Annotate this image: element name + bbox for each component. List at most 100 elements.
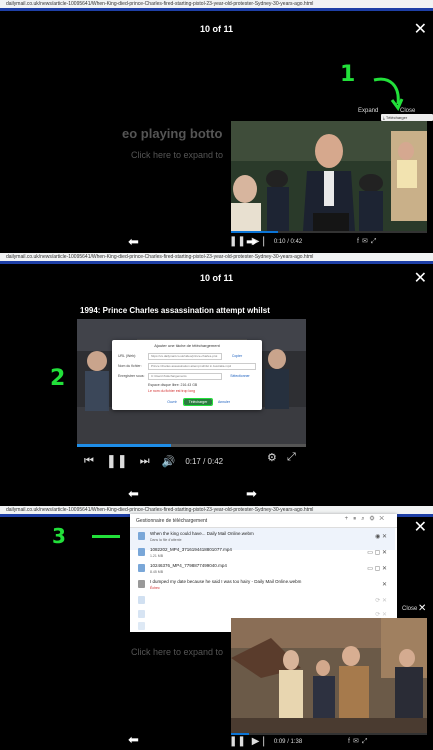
item-actions[interactable]: ⟳ ✕ — [375, 611, 387, 618]
download-status: Dans la file d'attente — [150, 538, 182, 542]
fullscreen-icon[interactable]: ⤢ — [287, 451, 296, 464]
close-label[interactable]: Close — [402, 606, 417, 612]
video-progress-track[interactable] — [231, 231, 427, 233]
floating-video-player[interactable] — [231, 121, 427, 231]
annotation-number: 2 — [50, 366, 66, 391]
floating-video-player[interactable] — [231, 618, 427, 733]
item-actions[interactable]: ▭ ▢ ✕ — [367, 565, 387, 572]
video-frame-royal-visit — [231, 618, 427, 733]
video-time: 0:09 / 1:38 — [273, 738, 303, 745]
next-arrow-icon[interactable]: ➡ — [246, 234, 257, 250]
download-filename: I dumped my date because he said I was t… — [150, 579, 302, 584]
twitter-icon[interactable]: ✉ — [353, 738, 362, 745]
video-title: 1994: Prince Charles assassination attem… — [80, 306, 270, 315]
copy-button[interactable]: Copier — [224, 353, 250, 359]
download-chip[interactable]: ⤓ Télécharger — [381, 114, 433, 121]
add-icon[interactable]: + — [345, 516, 354, 522]
screenshot-panel-3: dailymail.co.uk/news/article-10095641/Wh… — [0, 506, 433, 750]
fullscreen-icon[interactable]: ⤢ — [371, 238, 380, 245]
video-progress-track[interactable] — [77, 444, 306, 447]
gear-icon[interactable]: ⚙ — [370, 516, 380, 522]
download-chip-label: Télécharger — [385, 115, 408, 120]
pause-icon[interactable]: ❚❚ — [106, 453, 128, 469]
download-status: Échec — [150, 586, 160, 590]
file-icon — [138, 610, 145, 618]
video-controls: ❚❚ ▶❘ 0:10 / 0:42 — [229, 236, 302, 247]
annotation-number: 3 — [52, 524, 66, 548]
volume-icon[interactable]: 🔊 — [162, 455, 176, 468]
gallery-counter: 10 of 11 — [199, 273, 234, 283]
video-frame-charles-at-microphone — [231, 121, 427, 231]
download-size: 1.21 MB — [150, 554, 164, 558]
item-actions[interactable]: ◉ ✕ — [375, 533, 387, 540]
open-button[interactable]: Ouvrir — [162, 399, 182, 405]
download-button[interactable]: Télécharger — [183, 398, 213, 406]
download-filename: 1082202_MP4_3716194418801077.mp4 — [150, 547, 232, 552]
browser-url-bar[interactable]: dailymail.co.uk/news/article-10095641/Wh… — [0, 253, 433, 261]
ghost-video-subtext: Click here to expand to — [131, 150, 224, 160]
url-field[interactable]: https://vs.dailymail.co.uk/video/prince-… — [148, 353, 222, 360]
filename-warning: Le nom du fichier est trop long — [148, 389, 196, 393]
free-space-value: 216.43 GB — [180, 383, 198, 387]
pause-icon[interactable]: ❚❚ — [229, 736, 246, 747]
free-space-info: Espace disque libre: 216.43 GB — [148, 383, 197, 387]
share-icons[interactable]: f✉⤢ — [357, 237, 379, 246]
url-text[interactable]: dailymail.co.uk/news/article-10095641/Wh… — [0, 507, 313, 513]
prev-arrow-icon[interactable]: ⬅ — [128, 732, 139, 748]
browser-url-bar[interactable]: dailymail.co.uk/news/article-10095641/Wh… — [0, 0, 433, 8]
next-arrow-icon[interactable]: ➡ — [246, 486, 257, 502]
video-controls: ❚❚ ▶❘ 0:09 / 1:38 — [229, 736, 302, 747]
expand-label[interactable]: Expand — [358, 108, 378, 114]
video-controls: ⏮ ❚❚ ⏭ 🔊 0:17 / 0:42 — [84, 453, 223, 469]
file-icon — [138, 580, 145, 588]
progress-strip — [0, 261, 433, 264]
video-progress-track[interactable] — [231, 733, 427, 735]
filename-field[interactable]: Prince Charles assassination attempt whi… — [148, 363, 256, 370]
fullscreen-icon[interactable]: ⤢ — [362, 738, 371, 745]
close-icon[interactable]: ✕ — [418, 603, 426, 614]
gallery-close-icon[interactable]: ✕ — [414, 22, 427, 38]
previous-icon[interactable]: ⏮ — [84, 455, 94, 468]
gallery-counter: 10 of 11 — [199, 24, 234, 34]
gallery-close-icon[interactable]: ✕ — [414, 520, 427, 536]
settings-icon[interactable]: ⚙ — [267, 451, 277, 464]
save-as-field[interactable]: C:\Users\Téléchargements — [148, 373, 222, 380]
share-icons[interactable]: f✉⤢ — [348, 737, 370, 746]
save-as-label: Enregistrer sous: — [118, 374, 145, 378]
file-icon — [138, 548, 145, 556]
annotation-number: 1 — [340, 62, 356, 87]
browser-url-bar[interactable]: dailymail.co.uk/news/article-10095641/Wh… — [0, 506, 433, 514]
select-folder-button[interactable]: Sélectionner — [224, 373, 256, 379]
item-actions[interactable]: ⟳ ✕ — [375, 597, 387, 604]
search-icon[interactable]: ⌕ — [361, 516, 369, 522]
screenshot-panel-2: dailymail.co.uk/news/article-10095641/Wh… — [0, 253, 433, 506]
item-actions[interactable]: ▭ ▢ ✕ — [367, 549, 387, 556]
file-icon — [138, 532, 145, 540]
file-icon — [138, 596, 145, 604]
pause-icon[interactable]: ❚❚ — [229, 236, 246, 247]
prev-arrow-icon[interactable]: ⬅ — [128, 234, 139, 250]
url-text[interactable]: dailymail.co.uk/news/article-10095641/Wh… — [0, 254, 313, 260]
twitter-icon[interactable]: ✉ — [362, 238, 371, 245]
download-size: 8.45 MB — [150, 570, 164, 574]
file-icon — [138, 622, 145, 630]
download-manager-title: Gestionnaire de téléchargement — [136, 518, 208, 524]
next-icon[interactable]: ▶❘ — [252, 736, 268, 747]
download-filename: 10246376_MP4_7798877499040.mp4 — [150, 563, 227, 568]
cancel-button[interactable]: Annuler — [214, 399, 234, 405]
item-actions[interactable]: ✕ — [382, 581, 387, 588]
filename-label: Nom du fichier: — [118, 364, 142, 368]
download-manager-panel: Gestionnaire de téléchargement +⏸⌕⚙✕ Whe… — [130, 514, 397, 632]
next-icon[interactable]: ⏭ — [140, 455, 150, 468]
gallery-close-icon[interactable]: ✕ — [414, 271, 427, 287]
video-progress-fill — [231, 231, 279, 233]
download-filename: When the king could have... Daily Mail O… — [150, 531, 254, 536]
video-time: 0:17 / 0:42 — [185, 456, 224, 466]
free-space-label: Espace disque libre: — [148, 383, 180, 387]
prev-arrow-icon[interactable]: ⬅ — [128, 486, 139, 502]
url-text[interactable]: dailymail.co.uk/news/article-10095641/Wh… — [0, 1, 313, 7]
close-icon[interactable]: ✕ — [379, 516, 389, 522]
pause-all-icon[interactable]: ⏸ — [353, 516, 361, 522]
screenshot-panel-1: dailymail.co.uk/news/article-10095641/Wh… — [0, 0, 433, 253]
video-progress-fill — [77, 444, 171, 447]
